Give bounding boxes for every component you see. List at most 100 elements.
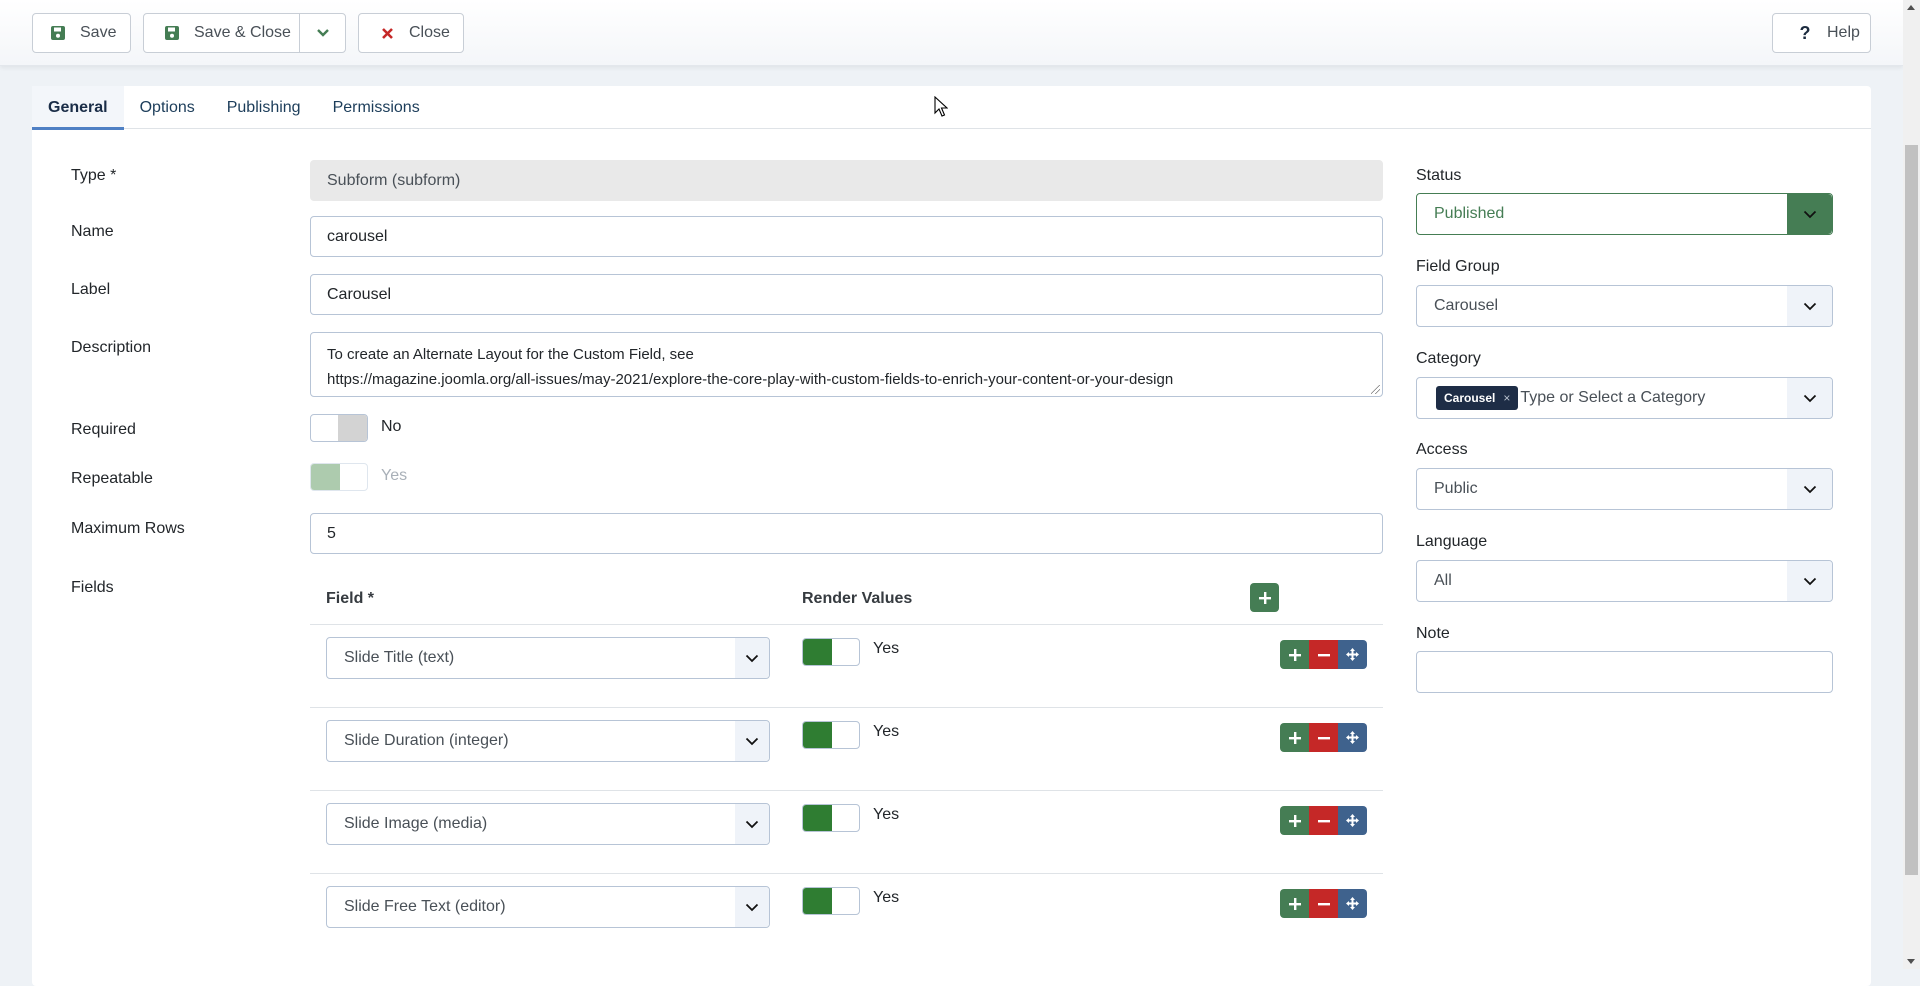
add-row-after-button[interactable] [1280,889,1309,918]
render-values-value: Yes [873,889,900,906]
tab-publishing[interactable]: Publishing [211,86,317,129]
render-values-toggle[interactable] [802,804,860,832]
fields-label: Fields [71,579,114,596]
category-search-input[interactable]: Type or Select a Category [1520,389,1705,407]
status-label: Status [1416,167,1462,184]
toggle-knob [803,888,832,914]
plus-icon [1288,648,1301,661]
minus-icon [1317,653,1330,656]
note-input[interactable] [1416,651,1833,693]
tab-permissions[interactable]: Permissions [317,86,436,129]
scrollbar-thumb[interactable] [1905,145,1918,875]
chevron-down-icon [1787,378,1832,418]
name-label: Name [71,223,114,240]
help-button[interactable]: ? Help [1772,13,1871,53]
close-button[interactable]: Close [358,13,464,53]
floppy-disk-icon [50,25,66,41]
move-arrows-icon [1346,648,1359,661]
add-row-after-button[interactable] [1280,806,1309,835]
render-values-toggle[interactable] [802,721,860,749]
column-header-field: Field * [326,590,375,607]
status-select[interactable]: Published [1416,193,1833,235]
field-group-label: Field Group [1416,258,1500,275]
chevron-down-icon [735,721,769,761]
max-rows-label: Maximum Rows [71,520,185,537]
render-values-value: Yes [873,723,900,740]
remove-row-button[interactable] [1309,806,1338,835]
category-label: Category [1416,350,1481,367]
toggle-knob [338,415,367,441]
row-divider [310,790,1383,791]
add-row-after-button[interactable] [1280,723,1309,752]
plus-icon [1288,897,1301,910]
repeatable-toggle [310,463,368,491]
repeatable-label: Repeatable [71,470,153,487]
column-header-render-values: Render Values [802,590,913,607]
required-label: Required [71,421,136,438]
access-value: Public [1434,480,1478,497]
language-value: All [1434,572,1452,589]
move-arrows-icon [1346,731,1359,744]
move-row-handle[interactable] [1338,723,1367,752]
mouse-pointer-icon [934,96,948,117]
tab-general[interactable]: General [32,86,124,130]
access-select[interactable]: Public [1416,468,1833,510]
move-row-handle[interactable] [1338,806,1367,835]
name-input[interactable]: carousel [310,216,1383,257]
minus-icon [1317,902,1330,905]
add-row-after-button[interactable] [1280,640,1309,669]
render-values-value: Yes [873,806,900,823]
description-line-2: https://magazine.joomla.org/all-issues/m… [327,371,1174,388]
subform-field-value: Slide Title (text) [344,649,455,666]
save-button[interactable]: Save [32,13,131,53]
chevron-down-icon [1787,286,1832,326]
row-actions [1280,889,1367,918]
plus-icon [1288,814,1301,827]
row-divider [310,873,1383,874]
add-row-button[interactable] [1250,583,1279,612]
field-group-value: Carousel [1434,297,1499,314]
field-group-select[interactable]: Carousel [1416,285,1833,327]
remove-row-button[interactable] [1309,723,1338,752]
save-options-dropdown-toggle[interactable] [299,14,346,52]
move-row-handle[interactable] [1338,640,1367,669]
page-scrollbar[interactable] [1903,0,1920,969]
header-divider [310,624,1383,625]
required-toggle[interactable] [310,414,368,442]
scroll-up-arrow-icon[interactable] [1907,5,1915,10]
move-arrows-icon [1346,897,1359,910]
remove-row-button[interactable] [1309,640,1338,669]
access-label: Access [1416,441,1468,458]
save-label: Save [80,24,117,41]
save-close-button[interactable]: Save & Close [143,13,346,53]
floppy-disk-icon [164,25,180,41]
move-row-handle[interactable] [1338,889,1367,918]
language-select[interactable]: All [1416,560,1833,602]
category-select[interactable]: Carousel × Type or Select a Category [1416,377,1833,419]
minus-icon [1317,736,1330,739]
render-values-toggle[interactable] [802,638,860,666]
save-close-label: Save & Close [194,24,291,41]
subform-field-select[interactable]: Slide Free Text (editor) [326,886,770,928]
chevron-down-icon [735,887,769,927]
label-input[interactable]: Carousel [310,274,1383,315]
chip-remove-icon[interactable]: × [1503,391,1510,405]
max-rows-input[interactable]: 5 [310,513,1383,554]
subform-field-select[interactable]: Slide Image (media) [326,803,770,845]
toggle-knob [803,805,832,831]
subform-field-value: Slide Free Text (editor) [344,898,506,915]
chevron-down-icon [1787,469,1832,509]
scroll-down-arrow-icon[interactable] [1907,959,1915,964]
row-divider [310,707,1383,708]
plus-icon [1258,591,1271,604]
remove-row-button[interactable] [1309,889,1338,918]
subform-field-select[interactable]: Slide Duration (integer) [326,720,770,762]
resize-handle-icon[interactable] [1371,385,1380,394]
row-actions [1280,806,1367,835]
render-values-value: Yes [873,640,900,657]
subform-field-value: Slide Duration (integer) [344,732,509,749]
description-textarea[interactable]: To create an Alternate Layout for the Cu… [310,332,1383,397]
tab-options[interactable]: Options [124,86,211,129]
subform-field-select[interactable]: Slide Title (text) [326,637,770,679]
render-values-toggle[interactable] [802,887,860,915]
